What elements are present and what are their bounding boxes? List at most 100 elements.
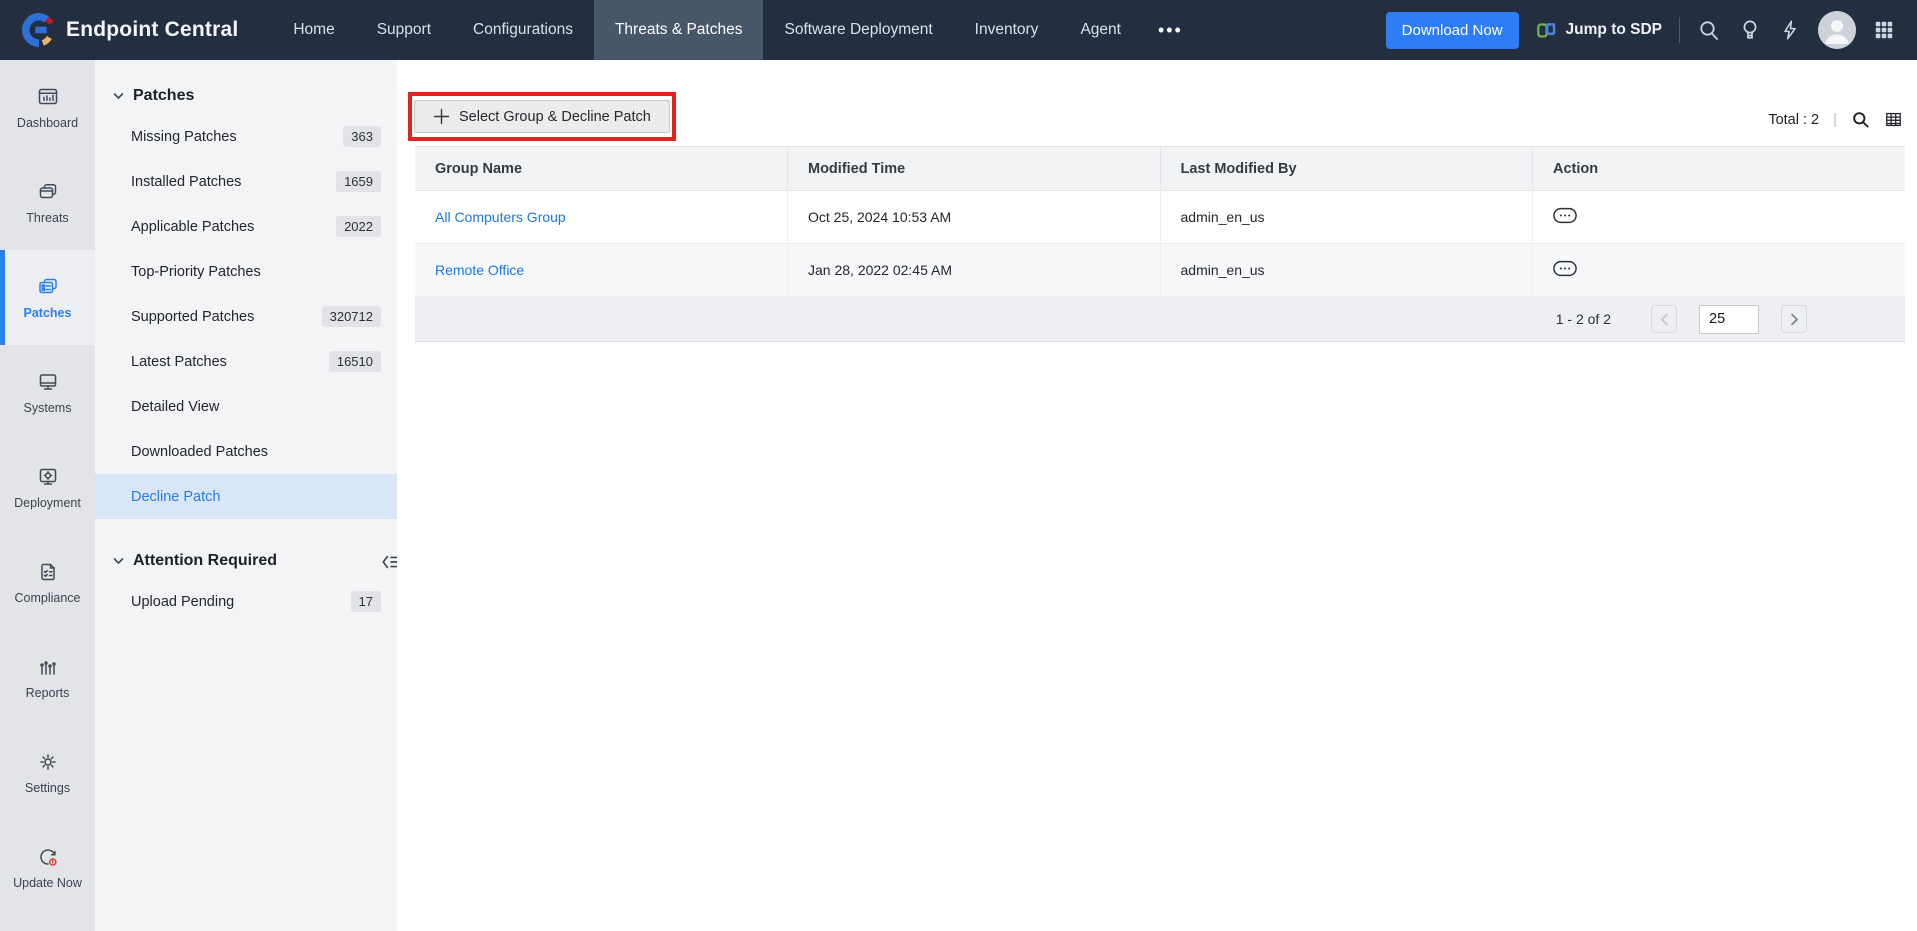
rail-item-update-now[interactable]: Update Now (0, 820, 95, 915)
action-toolbar: Select Group & Decline Patch Total : 2 | (408, 92, 1903, 141)
column-header-last-modified-by[interactable]: Last Modified By (1160, 146, 1533, 191)
table-pagination-bar: 1 - 2 of 2 (415, 297, 1905, 342)
panel-item-label: Supported Patches (131, 308, 255, 325)
nav-item-agent[interactable]: Agent (1059, 0, 1142, 60)
rail-label: Settings (24, 781, 71, 795)
rail-label: Update Now (13, 876, 82, 890)
panel-item-upload-pending[interactable]: Upload Pending 17 (95, 579, 397, 624)
panel-item-detailed-view[interactable]: Detailed View (95, 384, 397, 429)
panel-item-decline-patch[interactable]: Decline Patch (95, 474, 397, 519)
count-badge: 17 (350, 591, 381, 612)
settings-gear-icon (36, 750, 60, 774)
row-actions-ellipsis-icon[interactable] (1553, 260, 1577, 277)
rail-item-settings[interactable]: Settings (0, 725, 95, 820)
count-badge: 320712 (321, 306, 381, 327)
download-now-button[interactable]: Download Now (1385, 11, 1519, 49)
compliance-icon (36, 560, 60, 584)
row-actions-ellipsis-icon[interactable] (1553, 207, 1577, 224)
endpoint-central-app: Endpoint Central Home Support Configurat… (0, 0, 1917, 931)
rail-label: Reports (25, 686, 70, 700)
rail-item-reports[interactable]: Reports (0, 630, 95, 725)
rail-label: Compliance (14, 591, 81, 605)
flash-icon[interactable] (1779, 18, 1801, 42)
table-search-icon[interactable] (1851, 110, 1870, 129)
section-title-label: Attention Required (133, 552, 277, 569)
systems-icon (36, 370, 60, 394)
navbar-right-cluster: Download Now Jump to SDP (1385, 0, 1917, 60)
page-size-input[interactable] (1699, 304, 1759, 334)
panel-item-top-priority-patches[interactable]: Top-Priority Patches (95, 249, 397, 294)
rail-item-systems[interactable]: Systems (0, 345, 95, 440)
rail-item-threats[interactable]: Threats (0, 155, 95, 250)
panel-item-missing-patches[interactable]: Missing Patches 363 (95, 114, 397, 159)
nav-item-threats-patches[interactable]: Threats & Patches (593, 0, 764, 60)
navbar-divider (1679, 17, 1680, 43)
panel-item-label: Decline Patch (131, 488, 221, 505)
endpoint-central-logo-icon (22, 13, 56, 47)
nav-item-support[interactable]: Support (356, 0, 452, 60)
panel-item-applicable-patches[interactable]: Applicable Patches 2022 (95, 204, 397, 249)
pagination-range-label: 1 - 2 of 2 (1555, 311, 1611, 327)
announcements-icon[interactable] (1738, 18, 1762, 42)
panel-item-label: Detailed View (131, 398, 220, 415)
section-header-patches[interactable]: Patches (95, 78, 397, 114)
rail-item-dashboard[interactable]: Dashboard (0, 60, 95, 155)
count-badge: 1659 (336, 171, 381, 192)
rail-item-deployment[interactable]: Deployment (0, 440, 95, 535)
rail-label: Systems (23, 401, 72, 415)
nav-more-menu[interactable]: ••• (1142, 0, 1199, 60)
nav-item-configurations[interactable]: Configurations (452, 0, 594, 60)
table-row: Remote Office Jan 28, 2022 02:45 AM admi… (415, 243, 1905, 297)
rail-label: Patches (23, 306, 72, 320)
panel-item-supported-patches[interactable]: Supported Patches 320712 (95, 294, 397, 339)
column-chooser-icon[interactable] (1884, 110, 1903, 129)
table-header-row: Group Name Modified Time Last Modified B… (415, 146, 1905, 191)
user-avatar[interactable] (1818, 11, 1856, 49)
nav-item-inventory[interactable]: Inventory (954, 0, 1060, 60)
chevron-down-icon (113, 92, 124, 100)
select-group-decline-patch-button[interactable]: Select Group & Decline Patch (414, 100, 670, 133)
last-modified-by-cell: admin_en_us (1160, 243, 1533, 297)
last-modified-by-cell: admin_en_us (1160, 190, 1533, 244)
panel-item-label: Downloaded Patches (131, 443, 269, 460)
modified-time-cell: Oct 25, 2024 10:53 AM (787, 190, 1161, 244)
panel-item-label: Missing Patches (131, 128, 237, 145)
apps-grid-icon[interactable] (1873, 19, 1895, 41)
sdp-logo-icon (1536, 19, 1558, 41)
group-link[interactable]: Remote Office (435, 262, 524, 278)
panel-item-latest-patches[interactable]: Latest Patches 16510 (95, 339, 397, 384)
panel-item-downloaded-patches[interactable]: Downloaded Patches (95, 429, 397, 474)
nav-item-software-deployment[interactable]: Software Deployment (763, 0, 953, 60)
chevron-down-icon (113, 557, 124, 565)
count-badge: 363 (343, 126, 381, 147)
rail-item-patches[interactable]: Patches (0, 250, 95, 345)
section-header-attention-required[interactable]: Attention Required (95, 543, 397, 579)
panel-item-label: Upload Pending (131, 593, 235, 610)
primary-nav: Home Support Configurations Threats & Pa… (272, 0, 1199, 60)
deployment-icon (36, 465, 60, 489)
search-icon[interactable] (1697, 18, 1721, 42)
table-meta-cluster: Total : 2 | (1768, 104, 1903, 129)
meta-separator: | (1833, 111, 1837, 128)
pagination-prev-icon[interactable] (1651, 305, 1677, 333)
column-header-modified-time[interactable]: Modified Time (787, 146, 1161, 191)
jump-to-sdp[interactable]: Jump to SDP (1536, 19, 1662, 41)
patches-icon (36, 275, 60, 299)
pagination-next-icon[interactable] (1781, 305, 1807, 333)
jump-to-sdp-label: Jump to SDP (1565, 21, 1662, 38)
module-rail: Dashboard Threats Patches Systems Deploy… (0, 60, 95, 931)
reports-icon (36, 655, 60, 679)
rail-label: Deployment (14, 496, 81, 510)
column-header-action[interactable]: Action (1532, 146, 1905, 191)
plus-icon (433, 108, 450, 125)
brand[interactable]: Endpoint Central (0, 0, 272, 60)
nav-item-home[interactable]: Home (272, 0, 355, 60)
panel-item-installed-patches[interactable]: Installed Patches 1659 (95, 159, 397, 204)
count-badge: 2022 (336, 216, 381, 237)
group-link[interactable]: All Computers Group (435, 209, 566, 225)
modified-time-cell: Jan 28, 2022 02:45 AM (787, 243, 1161, 297)
decline-patch-content: Select Group & Decline Patch Total : 2 | (397, 60, 1917, 931)
rail-item-compliance[interactable]: Compliance (0, 535, 95, 630)
brand-title: Endpoint Central (66, 18, 239, 41)
column-header-group-name[interactable]: Group Name (415, 146, 788, 191)
